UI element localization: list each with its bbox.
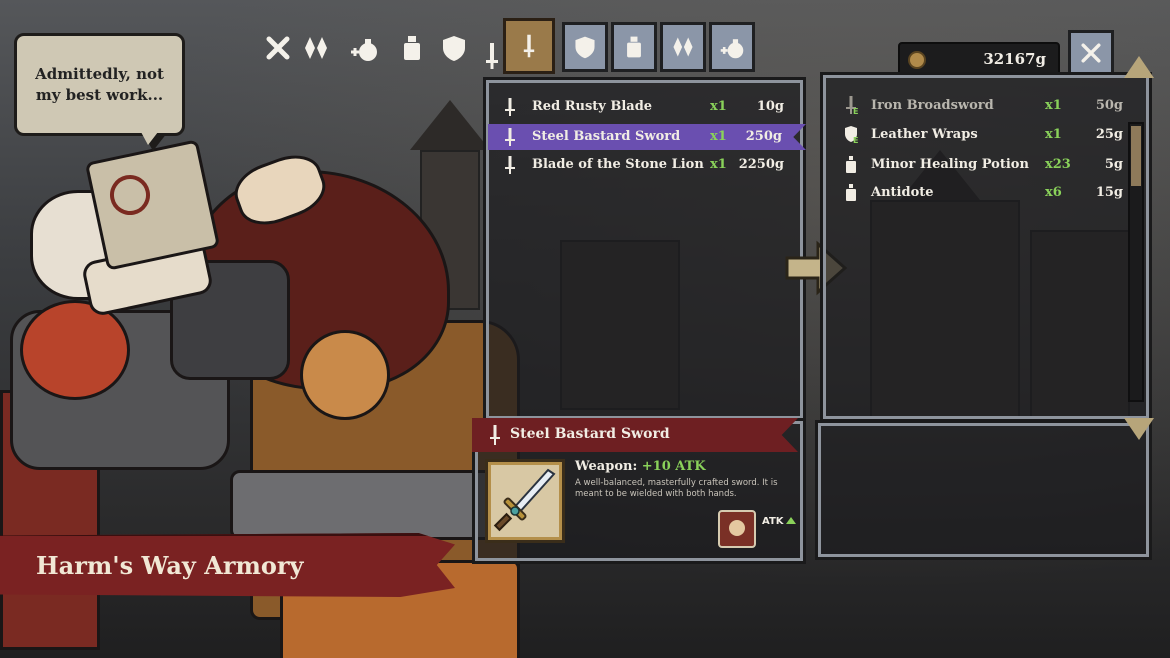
store-name-banner: Harm's Way Armory xyxy=(0,533,455,597)
item-quantity: x1 xyxy=(1045,127,1062,142)
sword-illustration-icon xyxy=(493,468,556,532)
speech-line: my best work... xyxy=(35,85,164,104)
close-icon xyxy=(1081,43,1101,63)
item-description: A well-balanced, masterfully crafted swo… xyxy=(575,478,778,500)
item-bonus: +10 ATK xyxy=(641,459,706,474)
item-name: Minor Healing Potion xyxy=(871,157,1029,172)
item-name: Steel Bastard Sword xyxy=(532,129,681,144)
stat-name: ATK xyxy=(762,516,784,527)
inventory-item-row[interactable]: Antidote x6 15g xyxy=(841,180,1131,206)
speech-line: Admittedly, not xyxy=(35,65,164,84)
speech-bubble-tail xyxy=(141,132,158,145)
shield-icon[interactable] xyxy=(434,28,474,68)
item-quantity: x6 xyxy=(1045,185,1062,200)
item-name: Antidote xyxy=(871,185,934,200)
item-quantity: x23 xyxy=(1045,157,1071,172)
shop-list-panel: Red Rusty Blade x1 10g Steel Bastard Swo… xyxy=(483,77,806,422)
item-name: Iron Broadsword xyxy=(871,98,994,113)
item-portrait xyxy=(485,459,565,543)
bomb-icon xyxy=(720,39,744,59)
bottle-icon[interactable] xyxy=(392,28,432,68)
item-price: 2250g xyxy=(738,157,784,172)
speech-bubble: Admittedly, not my best work... xyxy=(14,33,185,151)
character-glove xyxy=(300,330,390,420)
item-price: 25g xyxy=(1095,127,1123,142)
item-price: 5g xyxy=(1104,157,1123,172)
item-name: Red Rusty Blade xyxy=(532,99,653,114)
character-shoulder xyxy=(20,300,130,400)
cross-icon[interactable] xyxy=(258,28,298,68)
item-stat-line: Weapon: +10 ATK xyxy=(575,459,706,474)
scrollbar-thumb[interactable] xyxy=(1131,126,1141,186)
sword-icon xyxy=(505,128,515,146)
store-name: Harm's Way Armory xyxy=(36,551,304,580)
gold-counter: 32167g xyxy=(898,42,1060,76)
coin-icon xyxy=(908,51,926,69)
bottle-icon xyxy=(846,156,856,173)
item-info-header: Steel Bastard Sword xyxy=(472,418,798,452)
bomb-icon[interactable] xyxy=(344,28,384,68)
item-quantity: x1 xyxy=(710,157,727,172)
scroll-down-arrow-icon[interactable] xyxy=(1124,418,1154,440)
tab-weapons[interactable] xyxy=(503,18,555,74)
item-price: 10g xyxy=(756,99,784,114)
bottle-icon xyxy=(846,184,856,201)
inventory-item-row[interactable]: E Leather Wraps x1 25g xyxy=(841,122,1131,148)
item-type-label: Weapon: xyxy=(575,459,638,474)
sword-icon xyxy=(523,34,535,58)
hammer-head xyxy=(84,139,221,271)
item-quantity: x1 xyxy=(1045,98,1062,113)
stat-up-arrow-icon xyxy=(785,517,796,524)
shield-icon xyxy=(575,36,595,59)
item-name: Leather Wraps xyxy=(871,127,978,142)
shop-item-row[interactable]: Blade of the Stone Lion x1 2250g xyxy=(500,152,796,178)
inventory-item-row[interactable]: E Iron Broadsword x1 50g xyxy=(841,93,1131,119)
sword-icon xyxy=(490,425,500,445)
item-quantity: x1 xyxy=(710,99,727,114)
inventory-item-row[interactable]: Minor Healing Potion x23 5g xyxy=(841,152,1131,178)
stat-comparison: ATK xyxy=(762,516,796,527)
close-button[interactable] xyxy=(1068,30,1114,76)
item-name: Blade of the Stone Lion xyxy=(532,157,704,172)
bottle-icon xyxy=(627,36,641,58)
sword-icon xyxy=(505,98,515,116)
tab-potions[interactable] xyxy=(611,22,657,72)
inventory-detail-panel xyxy=(815,420,1152,560)
shop-item-row-selected[interactable]: Steel Bastard Sword x1 250g xyxy=(488,124,806,150)
item-quantity: x1 xyxy=(710,129,727,144)
item-info-title: Steel Bastard Sword xyxy=(510,426,670,442)
equipped-badge: E xyxy=(853,107,859,116)
crystals-icon xyxy=(673,37,693,57)
tab-consumables[interactable] xyxy=(709,22,755,72)
item-price: 15g xyxy=(1095,185,1123,200)
crystals-icon[interactable] xyxy=(296,28,336,68)
item-price: 50g xyxy=(1095,98,1123,113)
tab-trinkets[interactable] xyxy=(660,22,706,72)
tab-armor[interactable] xyxy=(562,22,608,72)
equipped-badge: E xyxy=(853,136,859,145)
inventory-scrollbar[interactable] xyxy=(1128,122,1144,402)
gold-amount: 32167g xyxy=(983,50,1046,68)
item-price: 250g xyxy=(745,129,782,144)
inventory-panel: E Iron Broadsword x1 50g E Leather Wraps… xyxy=(820,72,1152,422)
shop-item-row[interactable]: Red Rusty Blade x1 10g xyxy=(500,94,796,120)
sword-icon xyxy=(505,156,515,174)
hero-portrait xyxy=(718,510,756,548)
scroll-up-arrow-icon[interactable] xyxy=(1124,56,1154,78)
